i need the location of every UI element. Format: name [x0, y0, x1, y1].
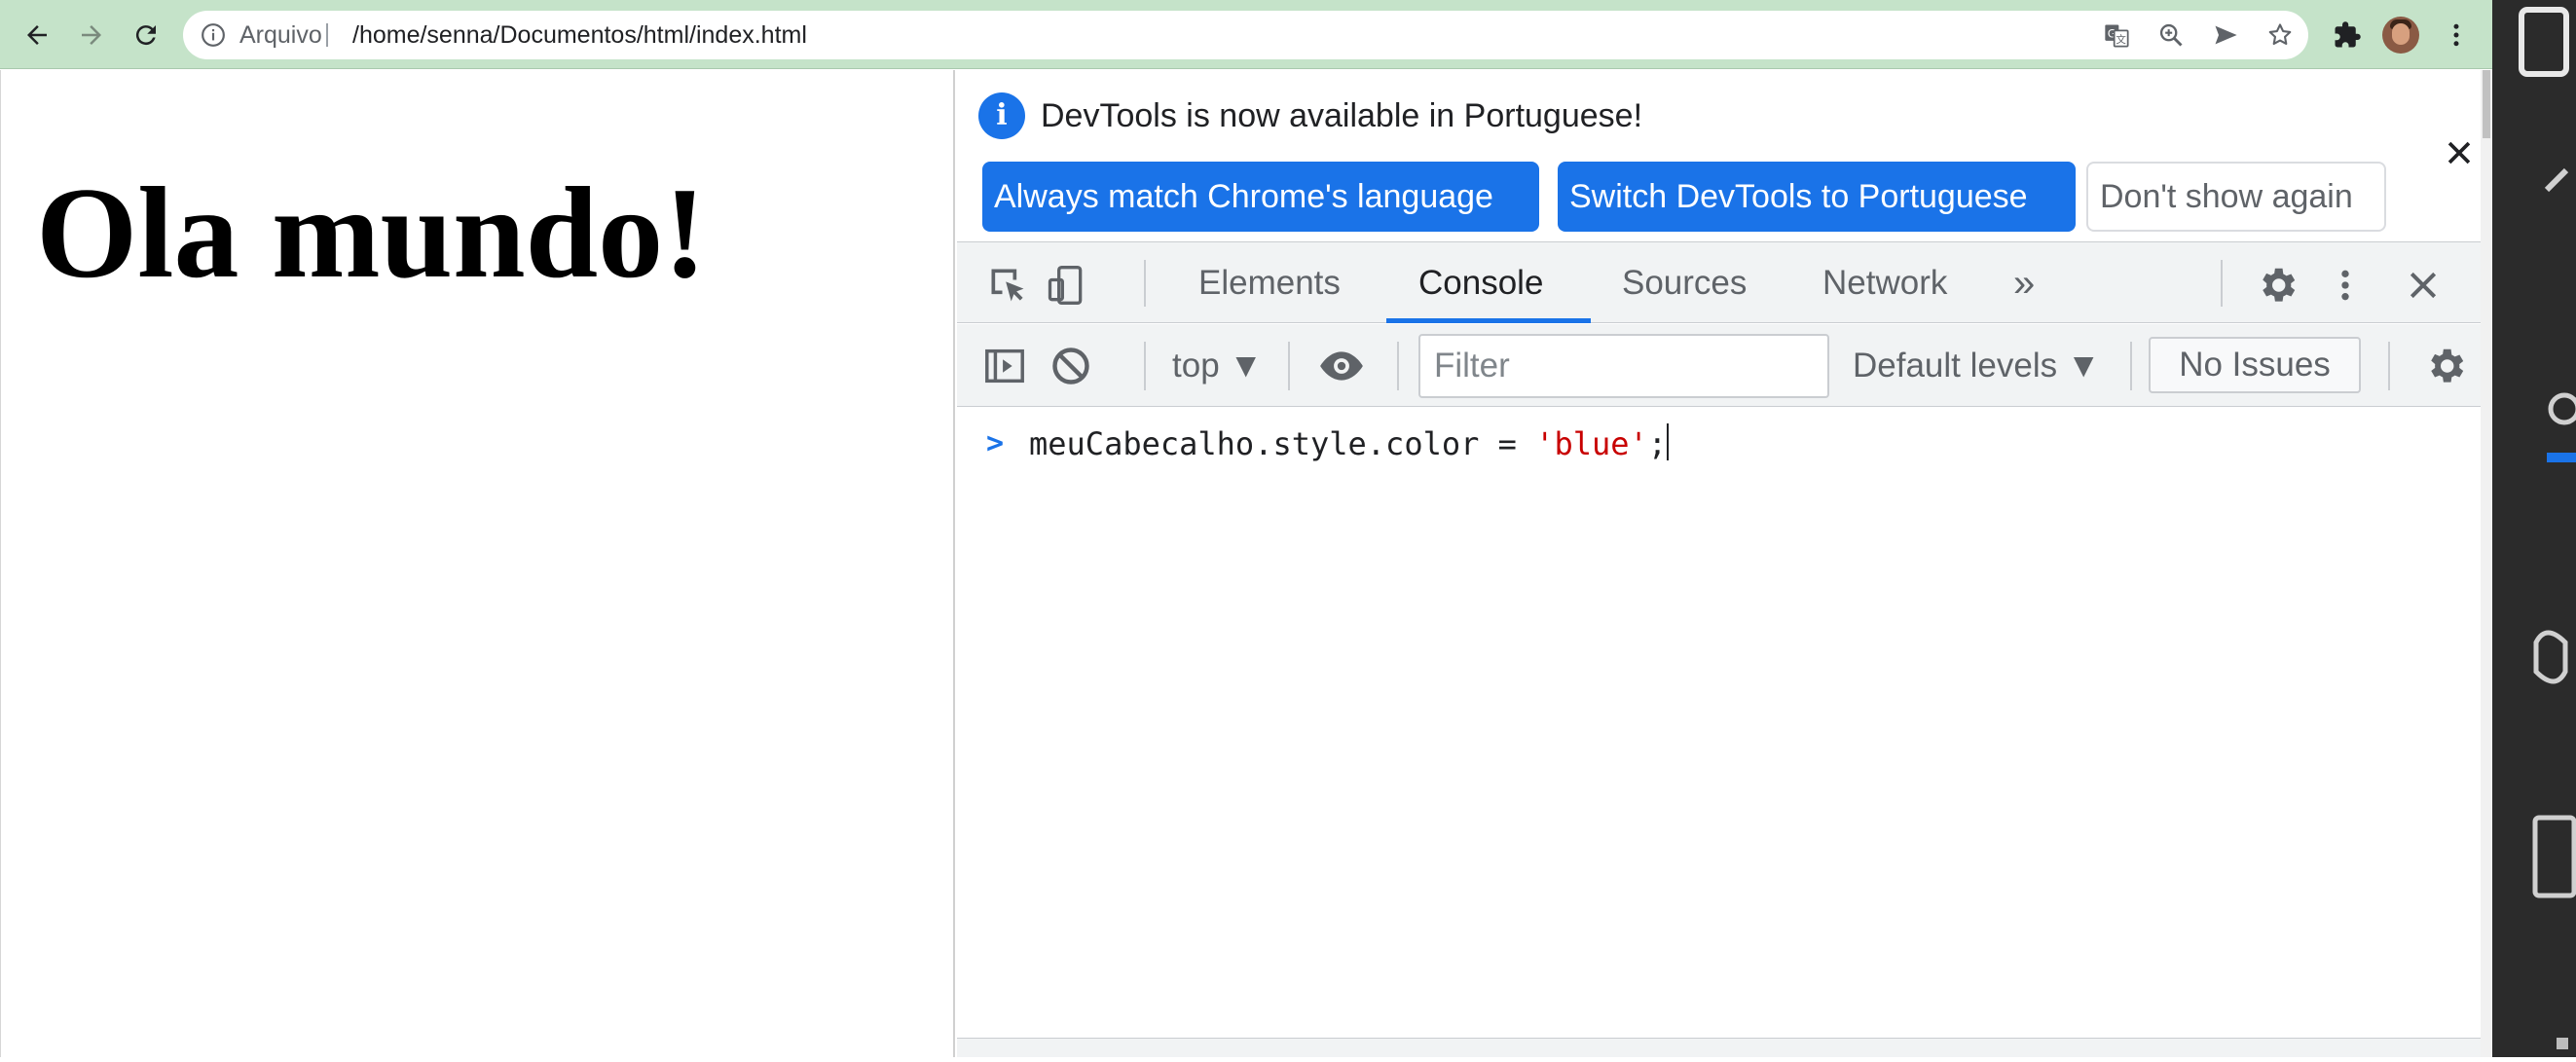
console-input[interactable]: meuCabecalho.style.color = 'blue';: [1029, 422, 1670, 465]
console-input-string: 'blue': [1535, 425, 1648, 462]
page-viewport: Ola mundo!: [0, 70, 955, 1057]
background-window-icons: [2519, 7, 2576, 1049]
active-tab-indicator: [1386, 318, 1591, 323]
tabbar-divider: [1144, 260, 1146, 307]
tab-elements[interactable]: Elements: [1198, 242, 1341, 324]
infobar-message: DevTools is now available in Portuguese!: [1041, 97, 1643, 134]
console-input-terminator: ;: [1647, 425, 1668, 462]
consolebar-divider: [2130, 342, 2132, 390]
page-heading: Ola mundo!: [36, 161, 707, 305]
tab-sources[interactable]: Sources: [1622, 242, 1747, 324]
consolebar-divider: [1144, 342, 1146, 390]
consolebar-divider: [2388, 342, 2390, 390]
tab-network[interactable]: Network: [1822, 242, 1947, 324]
switch-to-portuguese-button[interactable]: Switch DevTools to Portuguese: [1558, 162, 2076, 232]
close-devtools-icon[interactable]: [2400, 262, 2447, 309]
sidebar-toggle-icon[interactable]: [980, 342, 1029, 390]
page-scrollbar[interactable]: [2481, 70, 2492, 1057]
console-input-code: meuCabecalho.style.color =: [1029, 425, 1536, 462]
translate-icon[interactable]: G文: [2101, 19, 2132, 51]
close-infobar-icon[interactable]: [2443, 136, 2476, 169]
log-levels-select[interactable]: Default levels ▼: [1853, 324, 2100, 407]
tabbar-divider: [2221, 260, 2223, 307]
live-expression-eye-icon[interactable]: [1317, 342, 1366, 390]
zoom-icon[interactable]: [2155, 19, 2187, 51]
clear-console-icon[interactable]: [1047, 342, 1095, 390]
consolebar-divider: [1397, 342, 1399, 390]
info-icon[interactable]: [201, 22, 226, 48]
console-prompt-chevron-icon: >: [986, 426, 1005, 460]
background-window-strip: [2492, 0, 2576, 1057]
svg-text:文: 文: [2116, 33, 2126, 46]
extensions-puzzle-icon[interactable]: [2322, 10, 2373, 60]
info-circle-icon: i: [978, 92, 1025, 139]
console-output[interactable]: > meuCabecalho.style.color = 'blue';: [957, 407, 2492, 1038]
language-infobar: i DevTools is now available in Portugues…: [957, 70, 2492, 241]
bookmark-star-icon[interactable]: [2264, 19, 2296, 51]
devtools-tabbar: Elements Console Sources Network »: [957, 241, 2492, 323]
console-filter-input[interactable]: [1418, 334, 1829, 398]
profile-avatar[interactable]: [2382, 17, 2419, 54]
console-settings-gear-icon[interactable]: [2421, 342, 2470, 390]
send-icon[interactable]: [2210, 19, 2241, 51]
execution-context-select[interactable]: top ▼: [1172, 324, 1263, 407]
devtools-menu-icon[interactable]: [2322, 262, 2369, 309]
settings-gear-icon[interactable]: [2254, 262, 2300, 309]
match-chrome-language-button[interactable]: Always match Chrome's language: [982, 162, 1539, 232]
dont-show-again-button[interactable]: Don't show again: [2086, 162, 2386, 232]
back-arrow-icon[interactable]: [12, 10, 62, 60]
inspect-element-icon[interactable]: [984, 262, 1031, 309]
device-toolbar-icon[interactable]: [1043, 262, 1089, 309]
console-toolbar: top ▼ Default levels ▼ No Issues: [957, 324, 2492, 407]
text-caret: [1667, 423, 1670, 460]
scheme-label: Arquivo: [239, 21, 322, 49]
consolebar-divider: [1288, 342, 1290, 390]
tab-console[interactable]: Console: [1418, 242, 1543, 324]
url-text[interactable]: /home/senna/Documentos/html/index.html: [352, 11, 807, 59]
drawer-edge: [957, 1038, 2492, 1057]
forward-arrow-icon[interactable]: [66, 10, 117, 60]
more-tabs-icon[interactable]: »: [2013, 242, 2035, 324]
browser-toolbar: Arquivo /home/senna/Documentos/html/inde…: [0, 0, 2492, 69]
address-bar[interactable]: Arquivo /home/senna/Documentos/html/inde…: [183, 11, 2308, 59]
reload-icon[interactable]: [121, 10, 171, 60]
omnibox-divider: [326, 23, 328, 47]
kebab-menu-icon[interactable]: [2431, 10, 2482, 60]
issues-button[interactable]: No Issues: [2149, 337, 2361, 393]
devtools-panel: i DevTools is now available in Portugues…: [957, 70, 2492, 1057]
